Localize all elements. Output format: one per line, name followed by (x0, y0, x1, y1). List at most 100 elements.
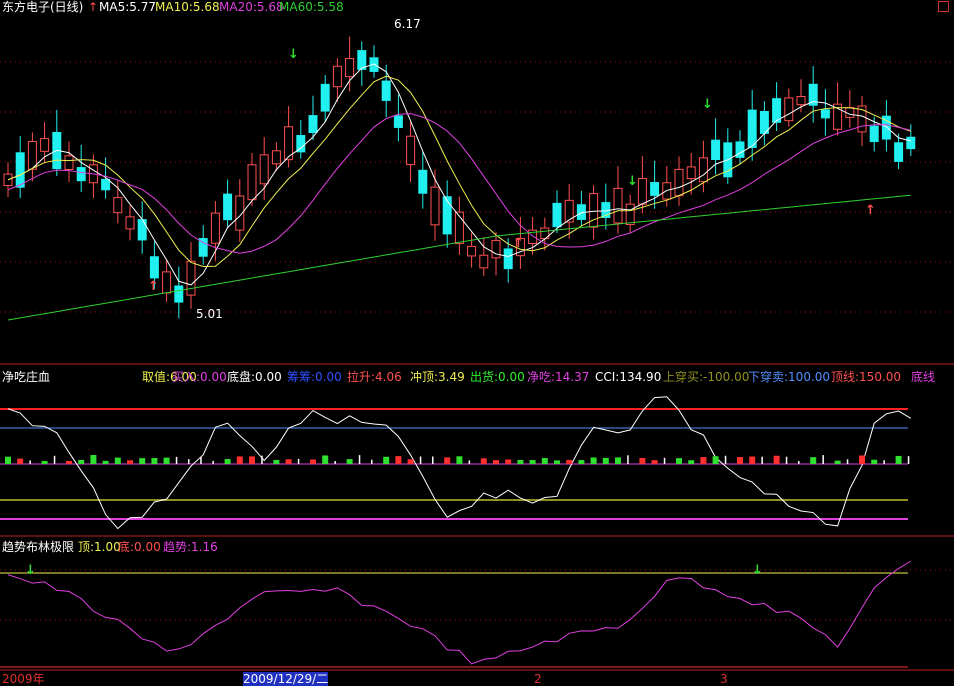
candle-body (442, 196, 452, 235)
volume-bar (17, 458, 24, 464)
volume-bar (102, 460, 109, 464)
volume-bar (151, 458, 158, 464)
candle-body (686, 166, 696, 180)
ind2-item: 顶:1.00 (78, 540, 121, 554)
volume-bar (810, 457, 817, 464)
volume-bar (78, 459, 85, 464)
volume-bar (456, 456, 463, 464)
volume-bar (590, 457, 597, 464)
volume-bar (5, 456, 11, 464)
ind1-item: 冲顶:3.49 (410, 370, 465, 384)
volume-bar (895, 455, 902, 464)
candle-body (613, 187, 623, 224)
candle-body (637, 178, 647, 205)
candle-body (64, 155, 74, 171)
xaxis-label: 2 (534, 672, 542, 686)
volume-bar (785, 456, 788, 464)
volume-bar (663, 457, 666, 464)
signal-arrow-icon: ↓ (25, 563, 36, 578)
ma10-legend: MA10:5.68 (155, 0, 220, 14)
candle-body (906, 136, 916, 150)
candle-body (381, 80, 391, 101)
volume-bar (627, 455, 629, 464)
volume-bar (602, 457, 609, 464)
volume-bar (529, 459, 536, 464)
volume-bar (224, 459, 231, 464)
candle-body (711, 139, 721, 161)
indicator1-title: 净吃庄血 (2, 370, 51, 384)
candle-body (15, 152, 25, 188)
ind2-item: 底:0.00 (118, 540, 161, 554)
candle-body (76, 167, 86, 182)
volume-bar (249, 456, 255, 464)
ma20-legend: MA20:5.68 (219, 0, 284, 14)
high-price-label: 6.17 (394, 17, 421, 31)
ma60-legend: MA60:5.58 (279, 0, 344, 14)
xaxis-label: 3 (720, 672, 728, 686)
volume-bar (407, 459, 414, 464)
volume-bar (493, 460, 499, 464)
volume-bar (505, 459, 512, 464)
signal-arrow-icon: ↓ (288, 47, 299, 62)
candle-body (357, 50, 367, 70)
volume-bar (41, 460, 48, 464)
volume-bar (468, 460, 471, 464)
xaxis-cursor-date: 2009/12/29/二 (243, 672, 329, 686)
trend-line (7, 560, 912, 665)
volume-bar (371, 459, 373, 464)
stock-title: 东方电子(日线) (2, 0, 84, 14)
volume-bar (761, 456, 763, 464)
low-price-label: 5.01 (196, 307, 223, 321)
stock-chart[interactable]: ↓ ↓ ↓ ↑ ↑ ↑ ↓ ↓ (0, 0, 954, 686)
volume-bar (322, 455, 329, 464)
volume-bar (200, 457, 202, 464)
ind1-item: 顶线:150.00 (831, 370, 902, 384)
candle-body (259, 154, 269, 185)
candle-body (552, 202, 562, 228)
signal-arrow-icon: ↑ (513, 236, 524, 251)
volume-bar (273, 459, 280, 464)
volume-bar (212, 460, 214, 464)
candle-body (174, 285, 184, 303)
candle-body (650, 182, 660, 196)
candle-body (247, 164, 257, 201)
volume-bar (310, 459, 316, 464)
signal-arrow-icon: ↓ (752, 563, 763, 578)
ind1-item: CCI:134.90 (595, 370, 662, 384)
volume-bar (139, 458, 146, 464)
candle-body (320, 83, 330, 112)
volume-bar (871, 459, 878, 464)
signal-arrow-icon: ↑ (148, 279, 159, 294)
candle-body (503, 248, 513, 270)
ind1-item: 底盘:0.00 (227, 370, 282, 384)
ind1-item: 拉升:4.06 (347, 370, 402, 384)
ind1-item: 下穿卖:100.00 (748, 370, 831, 384)
close-icon[interactable] (938, 1, 949, 12)
candle-body (674, 168, 684, 197)
volume-bar (127, 460, 133, 464)
volume-bar (163, 457, 170, 464)
up-arrow-icon: ↑ (88, 0, 99, 14)
volume-bar (334, 460, 336, 464)
volume-bar (846, 459, 849, 464)
xaxis-label: 2009年 (2, 672, 45, 686)
ind2-item: 趋势:1.16 (163, 540, 218, 554)
candle-body (467, 245, 477, 257)
volume-bar (444, 457, 451, 464)
candle-body (747, 109, 757, 148)
volume-bar (285, 459, 292, 464)
signal-arrow-icon: ↓ (627, 174, 638, 189)
candle-body (210, 212, 220, 244)
candle-body (894, 142, 904, 162)
candle-body (418, 169, 428, 194)
volume-bar (566, 459, 573, 464)
volume-bar (236, 456, 243, 464)
volume-bar (395, 456, 402, 464)
candle-body (40, 138, 50, 152)
volume-bar (773, 455, 780, 464)
volume-bar (907, 456, 910, 464)
candle-body (796, 95, 806, 106)
candle-body (491, 239, 501, 259)
volume-bar (517, 460, 524, 464)
volume-bar (700, 457, 707, 464)
